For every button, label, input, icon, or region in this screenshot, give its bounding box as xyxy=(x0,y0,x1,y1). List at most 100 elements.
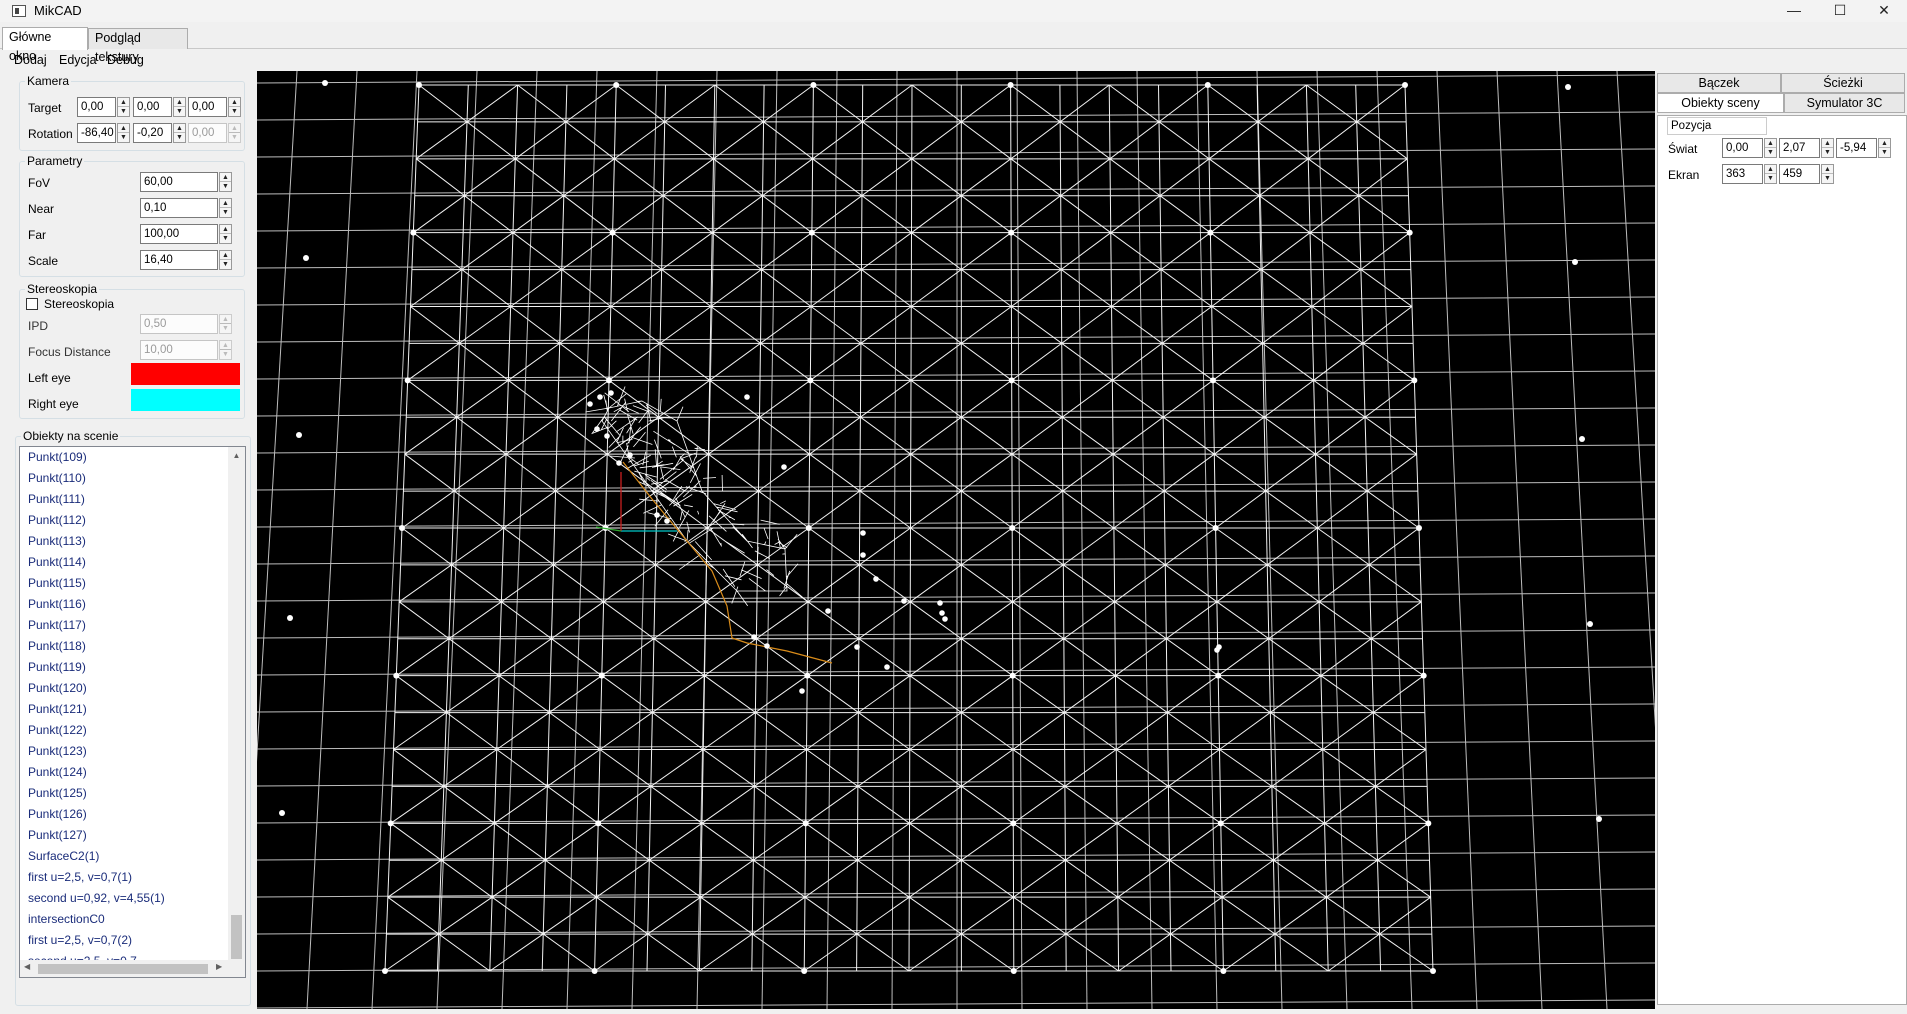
target-z-field[interactable]: 0,00 xyxy=(188,97,227,117)
tab-main-window[interactable]: Główne okno xyxy=(2,27,88,63)
grid-line xyxy=(257,999,1655,1009)
list-item[interactable]: Punkt(124) xyxy=(28,765,87,779)
list-item[interactable]: Punkt(110) xyxy=(28,471,86,485)
control-point xyxy=(654,512,660,518)
target-z-spinner[interactable]: ▲ ▼ xyxy=(228,97,241,117)
world-x-field[interactable]: 0,00 xyxy=(1722,138,1763,158)
list-item[interactable]: Punkt(113) xyxy=(28,534,86,548)
close-button[interactable]: ✕ xyxy=(1861,0,1907,22)
objects-list-vertical-scrollbar[interactable]: ▲ ▼ xyxy=(228,447,245,977)
control-point xyxy=(608,390,614,396)
target-x-spinner[interactable]: ▲ ▼ xyxy=(117,97,130,117)
world-y-spinner[interactable]: ▲ ▼ xyxy=(1821,138,1834,158)
list-item[interactable]: Punkt(112) xyxy=(28,513,86,527)
list-item[interactable]: first u=2,5, v=0,7(1) xyxy=(28,870,132,884)
stereoscopy-group-title: Stereoskopia xyxy=(25,282,100,296)
tab-top[interactable]: Bączek xyxy=(1657,73,1781,93)
list-item[interactable]: SurfaceC2(1) xyxy=(28,849,99,863)
rotation-z-spinner: ▲ ▼ xyxy=(228,123,241,143)
tab-simulator-3c[interactable]: Symulator 3C xyxy=(1784,93,1905,113)
far-field[interactable]: 100,00 xyxy=(140,224,218,244)
scroll-left-arrow-icon[interactable]: ◀ xyxy=(24,962,30,971)
rotation-x-spinner[interactable]: ▲ ▼ xyxy=(117,123,130,143)
3d-viewport[interactable] xyxy=(257,71,1655,1009)
control-point xyxy=(808,229,815,236)
screen-x-spinner[interactable]: ▲ ▼ xyxy=(1764,164,1777,184)
control-point xyxy=(303,255,309,261)
scale-spinner[interactable]: ▲ ▼ xyxy=(219,250,232,270)
control-point xyxy=(1009,525,1016,531)
list-item[interactable]: Punkt(115) xyxy=(28,576,86,590)
title-bar: MikCAD — ☐ ✕ xyxy=(0,0,1907,22)
rotation-x-field[interactable]: -86,40 xyxy=(77,123,116,143)
control-point xyxy=(322,80,328,86)
grid-line xyxy=(257,71,298,762)
control-point xyxy=(627,452,633,458)
fov-field[interactable]: 60,00 xyxy=(140,172,218,192)
menu-edit[interactable]: Edycja xyxy=(59,53,97,67)
tab-texture-preview[interactable]: Podgląd tekstury xyxy=(88,28,188,64)
fov-spinner[interactable]: ▲ ▼ xyxy=(219,172,232,192)
tab-scene-objects[interactable]: Obiekty sceny xyxy=(1657,93,1784,113)
control-point xyxy=(1420,672,1427,679)
list-item[interactable]: Punkt(114) xyxy=(28,555,86,569)
list-item[interactable]: Punkt(116) xyxy=(28,597,86,611)
world-z-field[interactable]: -5,94 xyxy=(1836,138,1877,158)
list-item[interactable]: Punkt(121) xyxy=(28,702,87,716)
list-item[interactable]: Punkt(123) xyxy=(28,744,87,758)
list-item[interactable]: second u=0,92, v=4,55(1) xyxy=(28,891,165,905)
list-item[interactable]: Punkt(117) xyxy=(28,618,86,632)
control-point xyxy=(937,600,943,606)
right-eye-label: Right eye xyxy=(28,397,79,411)
screen-y-field[interactable]: 459 xyxy=(1779,164,1820,184)
list-item[interactable]: intersectionC0 xyxy=(28,912,105,926)
list-item[interactable]: Punkt(122) xyxy=(28,723,87,737)
list-item[interactable]: Punkt(126) xyxy=(28,807,87,821)
list-item[interactable]: Punkt(119) xyxy=(28,660,86,674)
right-eye-color-swatch[interactable] xyxy=(131,389,240,411)
grid-line xyxy=(257,185,1655,195)
world-x-spinner[interactable]: ▲ ▼ xyxy=(1764,138,1777,158)
list-item[interactable]: Punkt(109) xyxy=(28,450,87,464)
scroll-up-arrow-icon[interactable]: ▲ xyxy=(228,451,245,460)
screen-y-spinner[interactable]: ▲ ▼ xyxy=(1821,164,1834,184)
list-item[interactable]: Punkt(125) xyxy=(28,786,87,800)
control-point xyxy=(382,968,388,974)
list-item[interactable]: Punkt(118) xyxy=(28,639,86,653)
target-y-field[interactable]: 0,00 xyxy=(133,97,172,117)
rotation-y-field[interactable]: -0,20 xyxy=(133,123,172,143)
list-item[interactable]: first u=2,5, v=0,7(2) xyxy=(28,933,132,947)
near-spinner[interactable]: ▲ ▼ xyxy=(219,198,232,218)
screen-x-field[interactable]: 363 xyxy=(1722,164,1763,184)
control-point xyxy=(616,460,622,466)
rotation-y-spinner[interactable]: ▲ ▼ xyxy=(173,123,186,143)
minimize-button[interactable]: — xyxy=(1771,0,1817,22)
world-y-field[interactable]: 2,07 xyxy=(1779,138,1820,158)
stereoscopy-checkbox-label: Stereoskopia xyxy=(44,297,115,311)
world-z-spinner[interactable]: ▲ ▼ xyxy=(1878,138,1891,158)
target-x-field[interactable]: 0,00 xyxy=(77,97,116,117)
menu-add[interactable]: Dodaj xyxy=(14,53,47,67)
control-point xyxy=(751,634,757,640)
objects-list-scroll-thumb[interactable] xyxy=(231,915,242,959)
stereoscopy-checkbox[interactable] xyxy=(26,298,38,310)
list-item[interactable]: Punkt(127) xyxy=(28,828,87,842)
scene-canvas[interactable] xyxy=(257,71,1655,1009)
list-item[interactable]: Punkt(111) xyxy=(28,492,85,506)
far-spinner[interactable]: ▲ ▼ xyxy=(219,224,232,244)
near-field[interactable]: 0,10 xyxy=(140,198,218,218)
menu-debug[interactable]: Debug xyxy=(107,53,144,67)
objects-list-horizontal-scrollbar[interactable]: ◀ ▶ xyxy=(20,960,245,977)
scale-field[interactable]: 16,40 xyxy=(140,250,218,270)
control-point xyxy=(804,672,811,679)
tab-paths[interactable]: Ścieżki xyxy=(1781,73,1905,93)
surface-mesh xyxy=(384,84,1434,972)
left-eye-color-swatch[interactable] xyxy=(131,363,240,385)
scroll-right-arrow-icon[interactable]: ▶ xyxy=(216,962,222,971)
objects-list-hscroll-thumb[interactable] xyxy=(38,964,208,974)
grid-line xyxy=(257,814,1655,824)
maximize-button[interactable]: ☐ xyxy=(1817,0,1863,22)
objects-list[interactable]: Punkt(109) Punkt(110) Punkt(111) Punkt(112)… xyxy=(19,446,246,978)
list-item[interactable]: Punkt(120) xyxy=(28,681,87,695)
target-y-spinner[interactable]: ▲ ▼ xyxy=(173,97,186,117)
